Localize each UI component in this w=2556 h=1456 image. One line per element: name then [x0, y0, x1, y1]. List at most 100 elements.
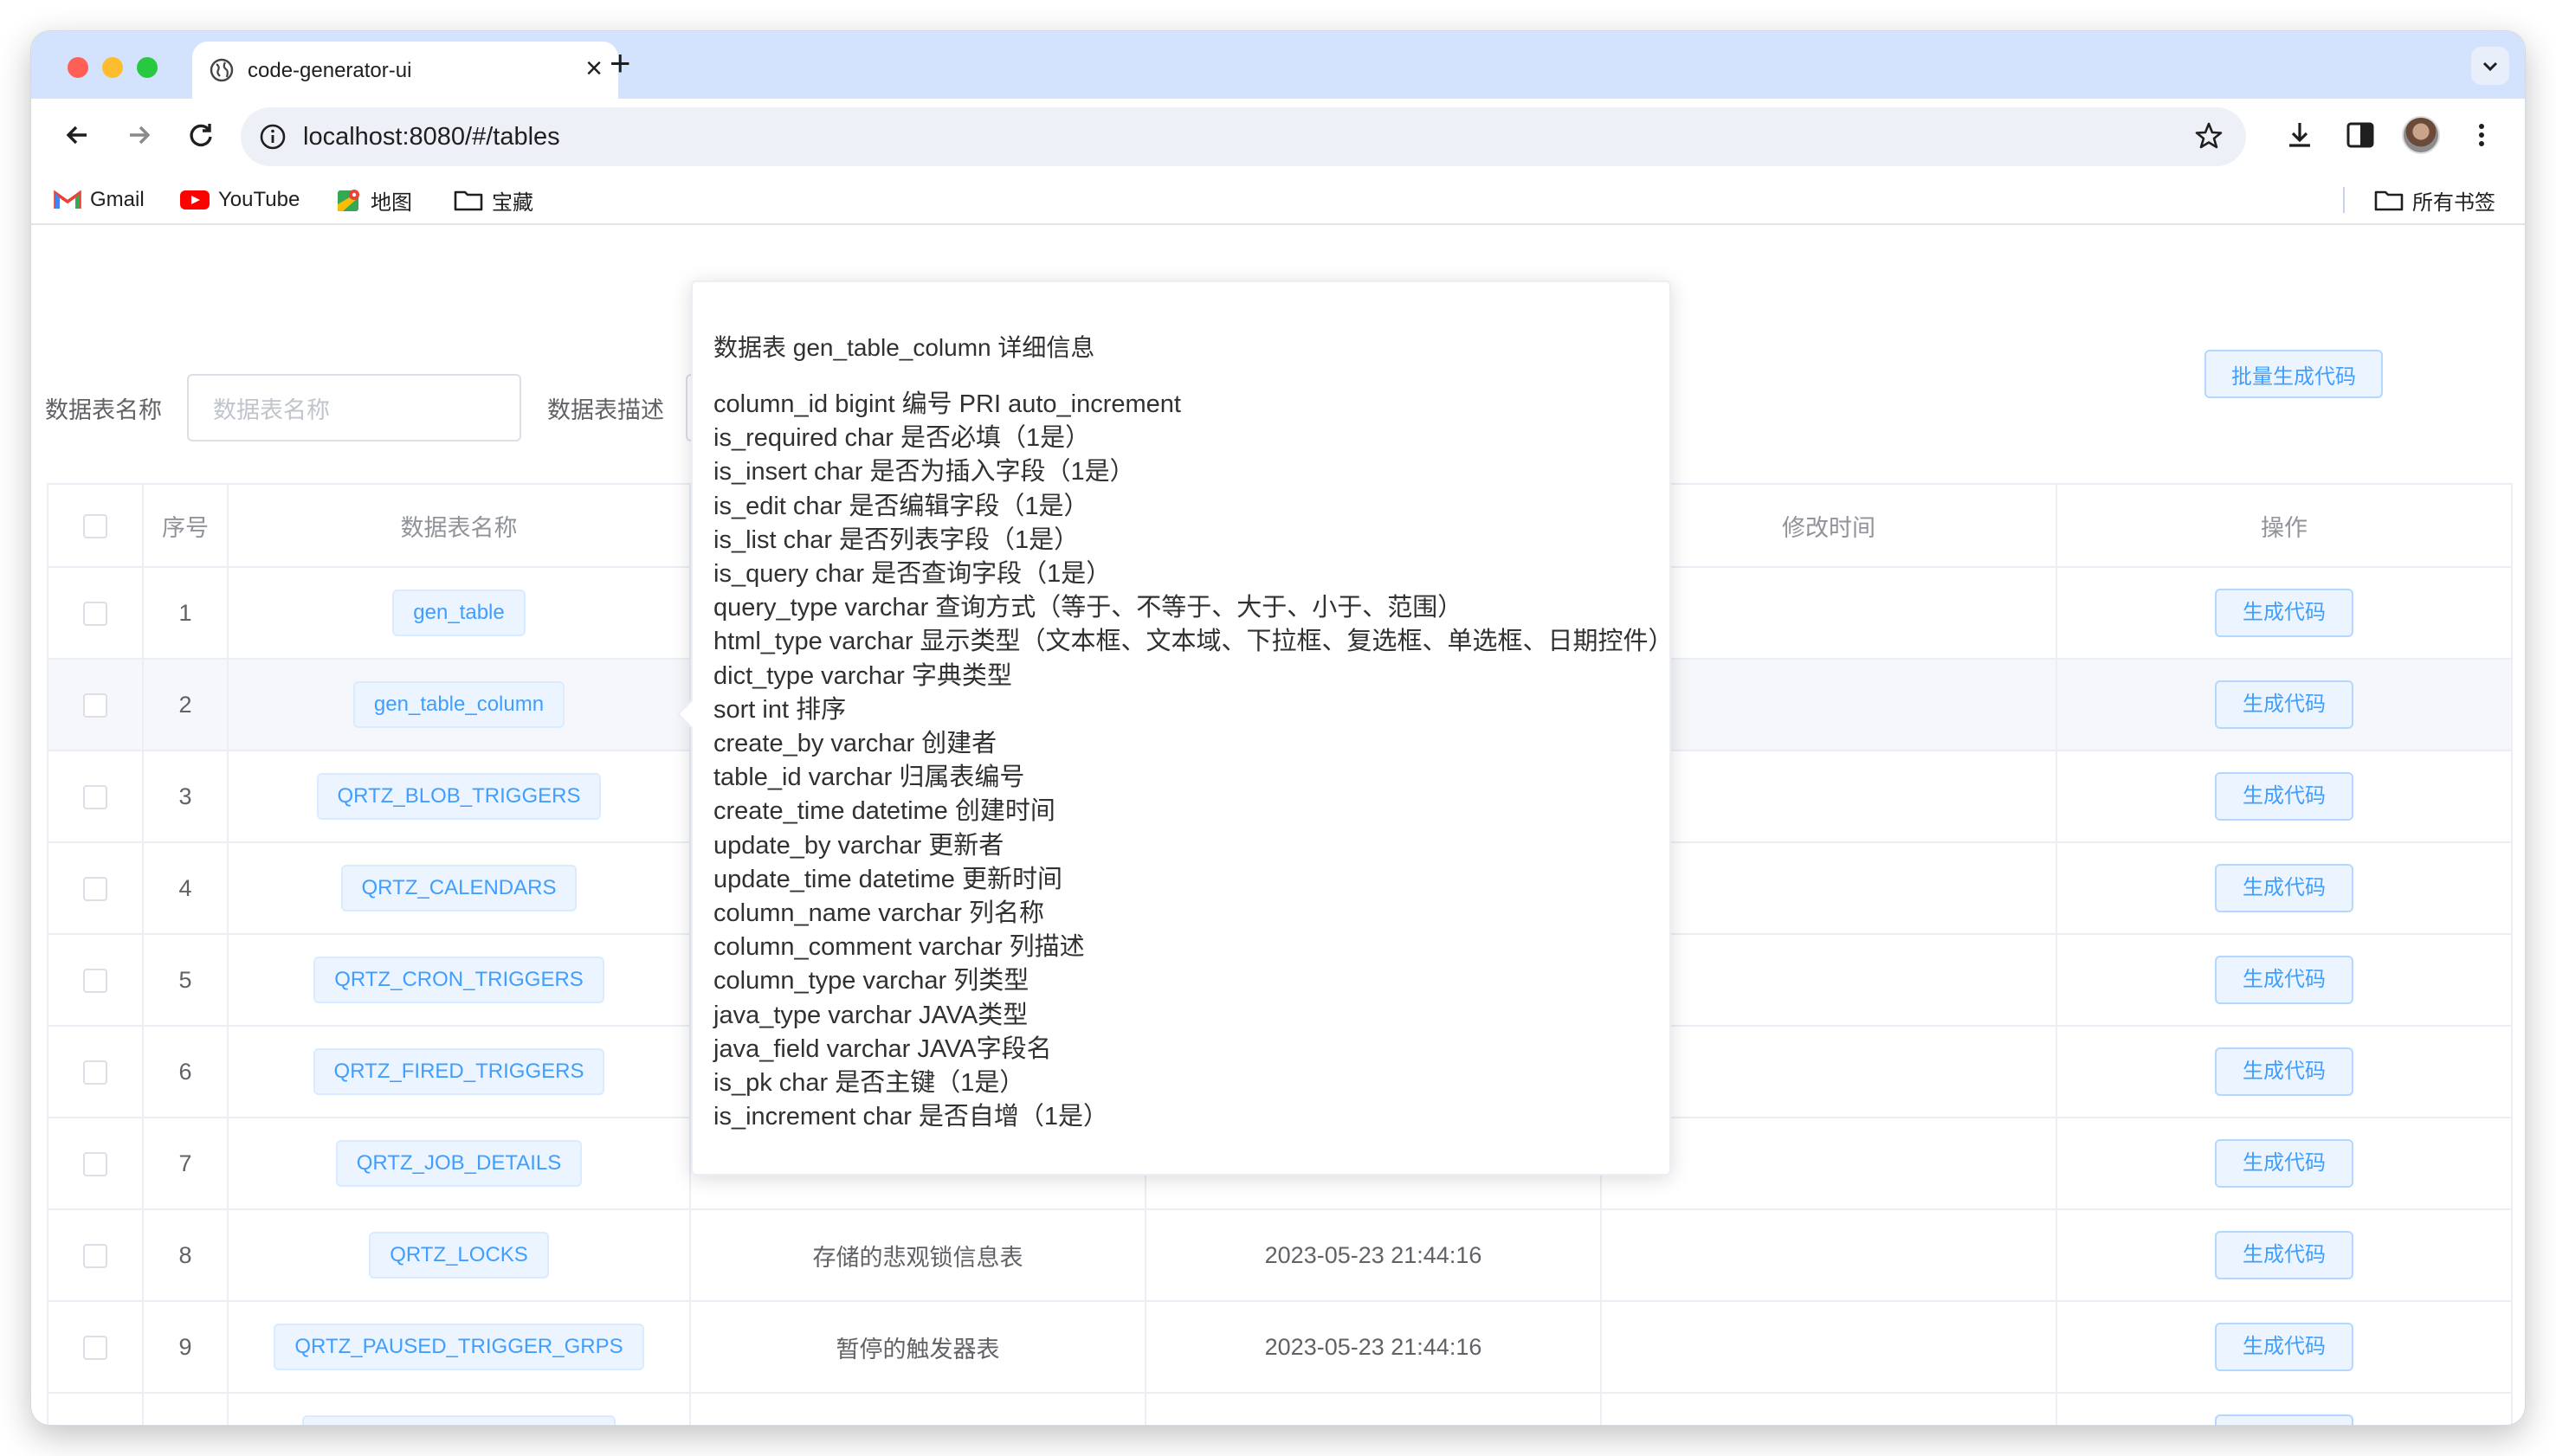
row-created: 2023-05-23 21:44:16: [1145, 1300, 1602, 1394]
generate-code-button[interactable]: 生成代码: [2215, 1139, 2353, 1188]
table-row: 10 QRTZ_SCHEDULER_STATE 调度器状态表2023-05-23 2…: [47, 1392, 2513, 1425]
row-index: 1: [142, 566, 229, 660]
url-text: localhost:8080/#/tables: [303, 123, 560, 151]
generate-code-button[interactable]: 生成代码: [2215, 680, 2353, 729]
table-detail-popover: 数据表 gen_table_column 详细信息 column_id bigi…: [677, 280, 1674, 1176]
row-index: 5: [142, 933, 229, 1027]
download-icon[interactable]: [2281, 116, 2319, 154]
row-select-cell: [47, 1025, 144, 1118]
bookmark-map[interactable]: 地图: [336, 185, 412, 215]
browser-tab[interactable]: code-generator-ui ×: [192, 42, 618, 99]
column-info-line: table_id varchar 归属表编号: [713, 763, 1025, 792]
row-actions: 生成代码: [2056, 933, 2513, 1027]
table-name-input[interactable]: 数据表名称: [187, 374, 521, 441]
back-icon[interactable]: [57, 114, 99, 156]
address-bar[interactable]: localhost:8080/#/tables: [241, 107, 2246, 166]
row-checkbox[interactable]: [83, 1152, 107, 1177]
generate-code-button[interactable]: 生成代码: [2215, 1047, 2353, 1096]
row-modified: [1600, 1208, 2057, 1302]
row-desc: 存储的悲观锁信息表: [689, 1208, 1146, 1302]
forward-icon[interactable]: [118, 114, 159, 156]
row-index: 3: [142, 750, 229, 843]
reload-icon[interactable]: [180, 114, 222, 156]
row-name-cell: QRTZ_LOCKS: [227, 1208, 691, 1302]
column-info-line: query_type varchar 查询方式（等于、不等于、大于、小于、范围）: [713, 594, 1463, 622]
row-actions: 生成代码: [2056, 1300, 2513, 1394]
generate-code-button[interactable]: 生成代码: [2215, 864, 2353, 912]
row-name-cell: gen_table_column: [227, 658, 691, 751]
row-select-cell: [47, 750, 144, 843]
row-checkbox[interactable]: [83, 693, 107, 718]
table-name-tag[interactable]: QRTZ_FIRED_TRIGGERS: [313, 1048, 605, 1095]
row-actions: 生成代码: [2056, 1117, 2513, 1210]
row-name-cell: QRTZ_PAUSED_TRIGGER_GRPS: [227, 1300, 691, 1394]
column-info-line: html_type varchar 显示类型（文本框、文本域、下拉框、复选框、单…: [713, 628, 1674, 656]
row-index: 8: [142, 1208, 229, 1302]
table-row: 8 QRTZ_LOCKS 存储的悲观锁信息表 2023-05-23 21:44:16 生…: [47, 1208, 2513, 1302]
row-checkbox[interactable]: [83, 1336, 107, 1361]
table-name-tag[interactable]: QRTZ_CALENDARS: [340, 865, 578, 912]
column-info-line: column_name varchar 列名称: [713, 899, 1044, 928]
table-name-tag[interactable]: gen_table: [392, 589, 526, 636]
generate-code-button[interactable]: 生成代码: [2215, 956, 2353, 1004]
select-all-cell: [47, 483, 144, 568]
bookmark-star-icon[interactable]: [2192, 119, 2225, 152]
generate-code-button[interactable]: 生成代码: [2215, 1323, 2353, 1371]
row-checkbox[interactable]: [83, 969, 107, 994]
bookmark-label: 地图: [371, 190, 412, 215]
row-checkbox[interactable]: [83, 602, 107, 627]
row-checkbox[interactable]: [83, 1244, 107, 1269]
row-actions: 生成代码: [2056, 841, 2513, 935]
select-all-checkbox[interactable]: [83, 514, 107, 539]
folder-icon: [454, 190, 483, 211]
table-name-tag[interactable]: QRTZ_PAUSED_TRIGGER_GRPS: [274, 1324, 644, 1370]
row-name-cell: QRTZ_JOB_DETAILS: [227, 1117, 691, 1210]
site-info-icon[interactable]: [258, 122, 287, 151]
table-name-tag[interactable]: QRTZ_JOB_DETAILS: [335, 1140, 583, 1187]
bookmark-gmail[interactable]: Gmail: [54, 185, 145, 215]
globe-icon: [210, 58, 234, 82]
column-info-line: is_increment char 是否自增（1是）: [713, 1103, 1109, 1131]
maximize-window-button[interactable]: [137, 57, 158, 78]
folder-icon: [2374, 190, 2404, 211]
close-tab-icon[interactable]: ×: [585, 54, 603, 83]
table-name-tag[interactable]: QRTZ_BLOB_TRIGGERS: [316, 773, 602, 820]
all-bookmarks[interactable]: 所有书签: [2374, 185, 2495, 215]
bookmark-youtube[interactable]: YouTube: [180, 185, 300, 215]
generate-code-button[interactable]: 生成代码: [2215, 772, 2353, 821]
row-desc: 调度器状态表: [689, 1392, 1146, 1425]
row-checkbox[interactable]: [83, 1060, 107, 1086]
row-checkbox[interactable]: [83, 877, 107, 902]
row-index: 7: [142, 1117, 229, 1210]
bookmark-folder[interactable]: 宝藏: [454, 185, 533, 215]
minimize-window-button[interactable]: [102, 57, 123, 78]
new-tab-button[interactable]: +: [610, 45, 631, 81]
table-name-tag[interactable]: gen_table_column: [352, 681, 565, 728]
row-select-cell: [47, 1300, 144, 1394]
bookmark-label: 宝藏: [492, 190, 533, 215]
generate-code-button[interactable]: 生成代码: [2215, 589, 2353, 637]
row-actions: 生成代码: [2056, 1025, 2513, 1118]
table-name-tag[interactable]: QRTZ_LOCKS: [369, 1232, 549, 1279]
table-name-label: 数据表名称: [45, 397, 162, 423]
row-name-cell: gen_table: [227, 566, 691, 660]
tab-search-button[interactable]: [2471, 47, 2509, 85]
table-name-tag[interactable]: QRTZ_CRON_TRIGGERS: [313, 957, 604, 1003]
batch-generate-button[interactable]: 批量生成代码: [2204, 350, 2383, 398]
side-panel-icon[interactable]: [2341, 116, 2379, 154]
column-info-line: column_type varchar 列类型: [713, 967, 1030, 995]
tab-strip: code-generator-ui × +: [31, 31, 2525, 99]
generate-code-button[interactable]: 生成代码: [2215, 1414, 2353, 1425]
column-info-line: is_pk char 是否主键（1是）: [713, 1069, 1025, 1098]
row-checkbox[interactable]: [83, 785, 107, 810]
menu-dots-icon[interactable]: [2462, 116, 2501, 154]
column-info-line: is_required char 是否必填（1是）: [713, 424, 1091, 453]
table-name-tag[interactable]: QRTZ_SCHEDULER_STATE: [302, 1415, 616, 1425]
column-info-line: java_type varchar JAVA类型: [713, 1001, 1029, 1029]
generate-code-button[interactable]: 生成代码: [2215, 1231, 2353, 1279]
column-info-line: is_query char 是否查询字段（1是）: [713, 560, 1112, 589]
column-info-line: update_by varchar 更新者: [713, 831, 1004, 860]
close-window-button[interactable]: [68, 57, 88, 78]
column-info-line: column_id bigint 编号 PRI auto_increment: [713, 390, 1181, 418]
profile-avatar[interactable]: [2402, 116, 2440, 154]
